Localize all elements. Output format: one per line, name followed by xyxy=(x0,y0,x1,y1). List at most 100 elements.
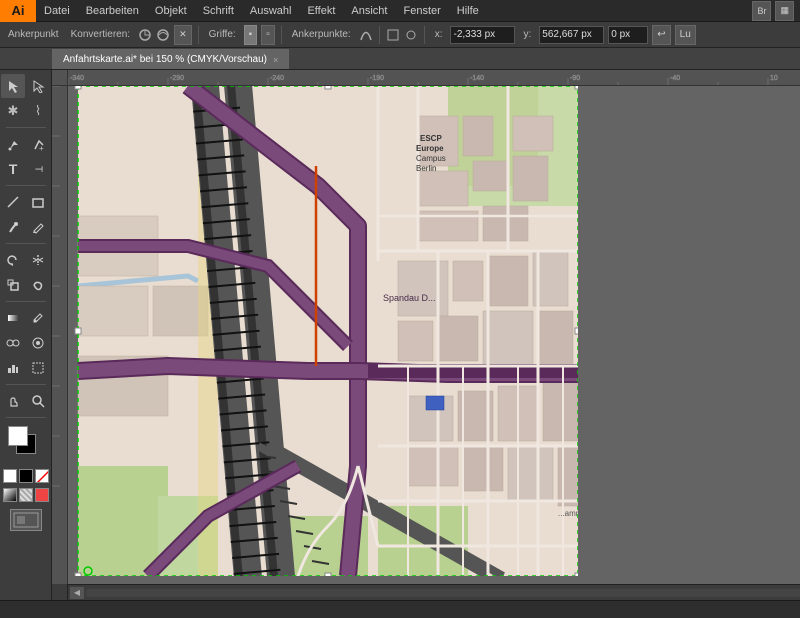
bottom-scrollbar-area: ◀ ▶ xyxy=(52,584,800,600)
svg-text:-340: -340 xyxy=(70,75,84,82)
status-bar xyxy=(0,600,800,618)
svg-text:+: + xyxy=(39,144,44,151)
black-swatch[interactable] xyxy=(19,469,33,483)
warp-tool[interactable] xyxy=(26,273,50,297)
svg-text:-140: -140 xyxy=(470,75,484,82)
gradient-swatch[interactable] xyxy=(3,488,17,502)
toolbar-separator-1 xyxy=(198,26,199,44)
svg-text:-40: -40 xyxy=(670,75,680,82)
menu-fenster[interactable]: Fenster xyxy=(395,0,448,22)
canvas-with-rulers: -340 -290 -240 -190 -140 -90 -40 xyxy=(52,70,800,600)
scale-tool[interactable] xyxy=(1,273,25,297)
svg-text:ESCP: ESCP xyxy=(420,134,442,143)
svg-text:-290: -290 xyxy=(170,75,184,82)
tool-sep-5 xyxy=(6,384,46,385)
none-swatch[interactable] xyxy=(35,469,49,483)
tool-sep-2 xyxy=(6,185,46,186)
tab-bar: Anfahrtskarte.ai* bei 150 % (CMYK/Vorsch… xyxy=(0,48,800,70)
scroll-corner xyxy=(52,584,68,600)
svg-text:...amm: ...amm xyxy=(558,509,578,518)
zoom-tool[interactable] xyxy=(26,389,50,413)
align-icon[interactable] xyxy=(386,28,400,42)
menu-effekt[interactable]: Effekt xyxy=(299,0,343,22)
bridge-button[interactable]: Br xyxy=(752,1,771,21)
pen-tool[interactable] xyxy=(1,132,25,156)
rotate-tool[interactable] xyxy=(1,248,25,272)
tool-sep-4 xyxy=(6,301,46,302)
reflect-tool[interactable] xyxy=(26,248,50,272)
toolbar-separator-4 xyxy=(424,26,425,44)
eyedropper-tool[interactable] xyxy=(26,306,50,330)
griffe-option1[interactable]: ▪ xyxy=(244,25,258,45)
line-tool[interactable] xyxy=(1,190,25,214)
symbol-tool[interactable] xyxy=(26,331,50,355)
hand-tool[interactable] xyxy=(1,389,25,413)
vertical-ruler: 410 xyxy=(52,86,68,584)
canvas-row: 410 xyxy=(52,86,800,584)
view-mode-button[interactable]: ▦ xyxy=(775,1,794,21)
anchor-smooth-icon[interactable] xyxy=(359,28,373,42)
document-tab[interactable]: Anfahrtskarte.ai* bei 150 % (CMYK/Vorsch… xyxy=(52,49,289,69)
menu-datei[interactable]: Datei xyxy=(36,0,78,22)
svg-text:-190: -190 xyxy=(370,75,384,82)
toolbar-konvertieren-label: Konvertieren: xyxy=(67,29,134,40)
menu-hilfe[interactable]: Hilfe xyxy=(449,0,487,22)
transform-icon[interactable]: Lu xyxy=(675,25,696,45)
brush-tool[interactable] xyxy=(1,215,25,239)
lasso-tool[interactable]: ⌇ xyxy=(26,99,50,123)
scroll-thumb-h[interactable] xyxy=(86,589,800,597)
griffe-option2[interactable]: ▫ xyxy=(261,25,275,45)
toolbar: Ankerpunkt Konvertieren: ✕ Griffe: ▪ ▫ A… xyxy=(0,22,800,48)
toolbar-griffe-label: Griffe: xyxy=(205,29,240,40)
canvas-wrapper[interactable]: ESCP Europe Campus Berlin Schlossgarten … xyxy=(68,86,800,584)
tab-close-button[interactable]: × xyxy=(273,50,278,70)
svg-text:Spandau D...: Spandau D... xyxy=(383,293,436,303)
svg-text:Berlin: Berlin xyxy=(416,164,436,173)
gradient-tool[interactable] xyxy=(1,306,25,330)
menu-bearbeiten[interactable]: Bearbeiten xyxy=(78,0,147,22)
menu-objekt[interactable]: Objekt xyxy=(147,0,195,22)
ruler-area: -340 -290 -240 -190 -140 -90 -40 xyxy=(52,70,800,86)
app-logo: Ai xyxy=(0,0,36,22)
white-swatch[interactable] xyxy=(3,469,17,483)
svg-text:Campus: Campus xyxy=(416,154,446,163)
pattern-swatch[interactable] xyxy=(19,488,33,502)
menu-schrift[interactable]: Schrift xyxy=(195,0,242,22)
toolbar-ankerpunkte-label: Ankerpunkte: xyxy=(288,29,355,40)
vertical-type-tool[interactable]: T xyxy=(26,157,50,181)
scroll-left-button[interactable]: ◀ xyxy=(70,587,84,599)
distribute-icon[interactable] xyxy=(404,28,418,42)
foreground-color-swatch[interactable] xyxy=(8,426,28,446)
artboard-navigator[interactable] xyxy=(10,509,42,531)
type-tool[interactable]: T xyxy=(1,157,25,181)
graph-tool[interactable] xyxy=(1,356,25,380)
z-input[interactable] xyxy=(608,26,648,44)
blend-tool[interactable] xyxy=(1,331,25,355)
convert-corner-icon[interactable] xyxy=(138,28,152,42)
svg-text:Europe: Europe xyxy=(416,144,444,153)
y-input[interactable] xyxy=(539,26,604,44)
menu-ansicht[interactable]: Ansicht xyxy=(343,0,395,22)
select-tool[interactable] xyxy=(1,74,25,98)
convert-smooth-icon[interactable] xyxy=(156,28,170,42)
y-label: y: xyxy=(519,29,535,40)
x-label: x: xyxy=(431,29,447,40)
red-swatch[interactable] xyxy=(35,488,49,502)
x-input[interactable] xyxy=(450,26,515,44)
tool-sep-6 xyxy=(6,417,46,418)
toggle-x-button[interactable]: ✕ xyxy=(174,25,192,45)
toolbar-ankerpunkt-label: Ankerpunkt xyxy=(4,29,63,40)
direct-select-tool[interactable] xyxy=(26,74,50,98)
horizontal-scrollbar[interactable]: ◀ ▶ xyxy=(68,584,800,600)
magic-wand-tool[interactable]: ✱ xyxy=(1,99,25,123)
horizontal-ruler: -340 -290 -240 -190 -140 -90 -40 xyxy=(68,70,800,86)
rect-tool[interactable] xyxy=(26,190,50,214)
add-anchor-tool[interactable]: + xyxy=(26,132,50,156)
tool-sep-1 xyxy=(6,127,46,128)
artboard-tool[interactable] xyxy=(26,356,50,380)
pencil-tool[interactable] xyxy=(26,215,50,239)
tool-sep-3 xyxy=(6,243,46,244)
left-toolbar: ✱ ⌇ + T T xyxy=(0,70,52,600)
menu-auswahl[interactable]: Auswahl xyxy=(242,0,300,22)
transform-again-button[interactable]: ↩ xyxy=(652,25,670,45)
